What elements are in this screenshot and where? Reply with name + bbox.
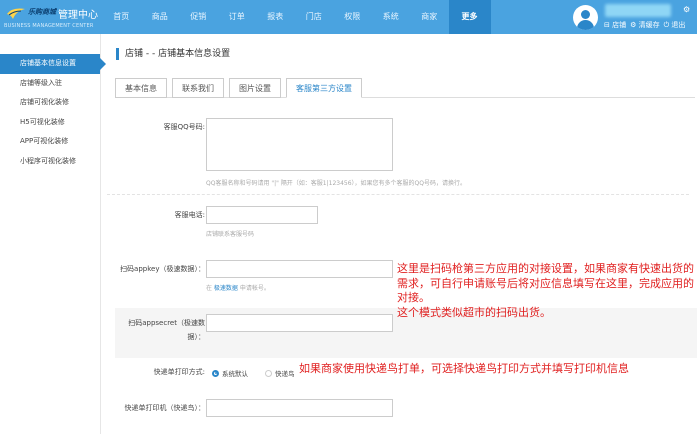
phone-input[interactable] bbox=[206, 206, 318, 224]
printer-input[interactable] bbox=[206, 399, 393, 417]
nav-item-more[interactable]: 更多 bbox=[448, 0, 491, 34]
tool-icon[interactable]: ⚙ bbox=[683, 5, 690, 14]
phone-hint: 店铺联系客服号码 bbox=[206, 231, 255, 238]
nav-item-orders[interactable]: 订单 bbox=[218, 0, 257, 34]
tab-basic-info[interactable]: 基本信息 bbox=[115, 78, 167, 98]
radio-unchecked-icon bbox=[265, 369, 272, 377]
print-method-label: 快递单打印方式: bbox=[153, 368, 205, 376]
user-avatar[interactable] bbox=[573, 5, 598, 30]
logo-brand: 乐购商城 bbox=[28, 8, 56, 16]
gear-icon: ⚙ bbox=[630, 21, 637, 29]
radio-checked-icon bbox=[212, 369, 219, 377]
nav-item-goods[interactable]: 商品 bbox=[141, 0, 180, 34]
appkey-label: 扫码appkey（极速数据）： bbox=[120, 265, 205, 273]
nav-item-reports[interactable]: 报表 bbox=[256, 0, 295, 34]
sidebar-item-h5-visual[interactable]: H5可视化装修 bbox=[0, 113, 100, 133]
appkey-hint: 在 极速数据 申请帐号。 bbox=[206, 285, 270, 292]
printer-label: 快递单打印机（快递鸟）： bbox=[124, 404, 206, 412]
qq-row: 客服QQ号码: QQ客服名称和号码请用 "|" 隔开（如：客服1|123456）… bbox=[115, 104, 697, 194]
tab-images[interactable]: 图片设置 bbox=[229, 78, 281, 98]
tab-bar: 基本信息 联系我们 图片设置 客服第三方设置 bbox=[115, 78, 695, 98]
radio-kuaidiniao[interactable]: 快递鸟 bbox=[265, 368, 295, 378]
radio-system-default[interactable]: 系统默认 bbox=[212, 368, 248, 378]
sidebar-item-store-visual[interactable]: 店铺可视化装修 bbox=[0, 93, 100, 113]
sidebar: 店铺基本信息设置 店铺等级入驻 店铺可视化装修 H5可视化装修 APP可视化装修… bbox=[0, 34, 106, 434]
jisu-link[interactable]: 极速数据 bbox=[214, 285, 238, 292]
annotation-scan-gun: 这里是扫码枪第三方应用的对接设置，如果商家有快速出货的需求，可自行申请账号后将对… bbox=[397, 262, 694, 319]
main-nav: 首页 商品 促销 订单 报表 门店 权限 系统 商家 更多 bbox=[102, 0, 491, 34]
logout-link[interactable]: ⏻ 退出 bbox=[664, 20, 686, 30]
nav-item-system[interactable]: 系统 bbox=[372, 0, 411, 34]
nav-item-permissions[interactable]: 权限 bbox=[333, 0, 372, 34]
appsecret-input[interactable] bbox=[206, 314, 393, 332]
logo-mark-icon bbox=[7, 8, 25, 19]
appsecret-label: 扫码appsecret（极速数据）： bbox=[128, 319, 205, 341]
printer-row: 快递单打印机（快递鸟）： bbox=[115, 396, 697, 436]
logo-title: 管理中心 bbox=[58, 10, 98, 21]
tab-contact[interactable]: 联系我们 bbox=[172, 78, 224, 98]
store-icon: ⊟ bbox=[604, 21, 610, 29]
nav-item-home[interactable]: 首页 bbox=[102, 0, 141, 34]
nav-item-merchants[interactable]: 商家 bbox=[410, 0, 449, 34]
annotation-kuaidiniao: 如果商家使用快递鸟打单，可选择快递鸟打印方式并填写打印机信息 bbox=[299, 362, 629, 375]
username-blurred bbox=[605, 4, 671, 17]
sidebar-item-miniapp-visual[interactable]: 小程序可视化装修 bbox=[0, 152, 100, 172]
sidebar-item-app-visual[interactable]: APP可视化装修 bbox=[0, 132, 100, 152]
appkey-input[interactable] bbox=[206, 260, 393, 278]
nav-item-stores[interactable]: 门店 bbox=[295, 0, 334, 34]
nav-item-promotion[interactable]: 促销 bbox=[179, 0, 218, 34]
qq-textarea[interactable] bbox=[206, 118, 393, 171]
divider bbox=[107, 194, 689, 195]
sidebar-item-store-level[interactable]: 店铺等级入驻 bbox=[0, 74, 100, 94]
page-title: 店铺 - - 店铺基本信息设置 bbox=[116, 48, 230, 60]
qq-label: 客服QQ号码: bbox=[163, 123, 205, 131]
main-content: 店铺 - - 店铺基本信息设置 基本信息 联系我们 图片设置 客服第三方设置 客… bbox=[107, 34, 697, 434]
logo-subtitle: BUSINESS MANAGEMENT CENTER bbox=[4, 23, 94, 29]
top-bar: 乐购商城 管理中心 BUSINESS MANAGEMENT CENTER 首页 … bbox=[0, 0, 697, 34]
qq-hint: QQ客服名称和号码请用 "|" 隔开（如：客服1|123456），如果您有多个客… bbox=[206, 180, 466, 187]
clear-cache-link[interactable]: ⚙ 清缓存 bbox=[630, 20, 660, 30]
sidebar-item-store-basic[interactable]: 店铺基本信息设置 bbox=[0, 54, 106, 74]
store-link[interactable]: ⊟ 店铺 bbox=[604, 20, 626, 30]
phone-row: 客服电话: 店铺联系客服号码 bbox=[115, 196, 697, 252]
tab-third-party[interactable]: 客服第三方设置 bbox=[286, 78, 362, 98]
phone-label: 客服电话: bbox=[174, 211, 205, 219]
top-links: ⊟ 店铺 ⚙ 清缓存 ⏻ 退出 bbox=[604, 20, 685, 30]
logo[interactable]: 乐购商城 管理中心 BUSINESS MANAGEMENT CENTER bbox=[4, 4, 100, 30]
power-icon: ⏻ bbox=[663, 21, 670, 29]
